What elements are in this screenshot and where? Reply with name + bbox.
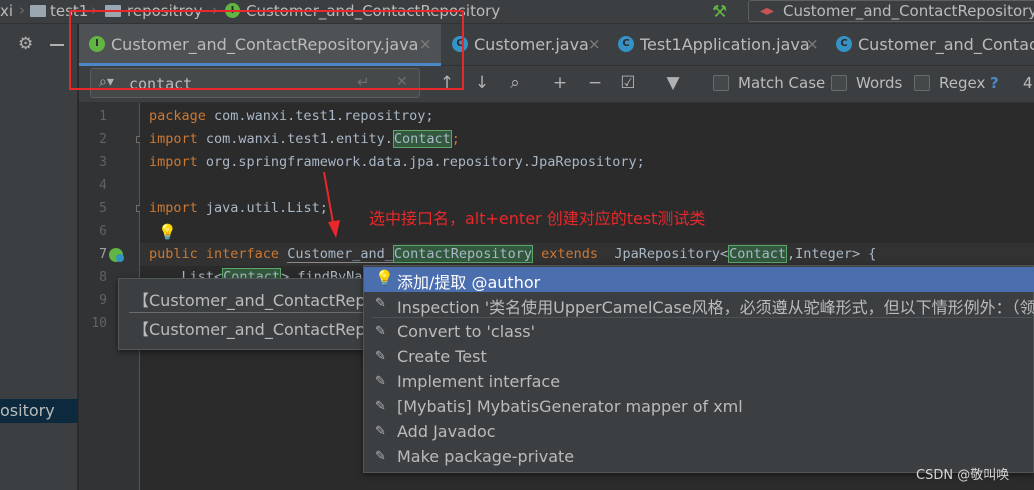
next-occurrence-icon[interactable]: ↓ [471,73,493,95]
line-number: 4 [99,178,107,193]
implemented-marker-icon[interactable] [109,248,124,262]
search-match: ContactRepository [392,245,534,263]
intention-create-test[interactable]: ✎ Create Test [364,345,1034,370]
intention-inspection[interactable]: ✎ Inspection '类名使用UpperCamelCase风格，必须遵从驼… [364,292,1034,317]
annotation-highlight-box [69,10,464,90]
regex-help-icon[interactable]: ? [990,74,999,92]
intention-label: Convert to 'class' [397,322,536,341]
build-hammer-icon[interactable]: ⚒ [712,2,734,22]
remove-selection-icon[interactable]: − [584,73,606,95]
popup-item[interactable]: 【Customer_and_ContactRepos [133,287,365,311]
intention-label: Make package-private [397,447,575,466]
breadcrumb-module[interactable]: xi [0,2,13,20]
line-number: 2 [99,132,107,147]
line-number: 9 [99,293,107,308]
intention-mybatis-generator[interactable]: ✎ [Mybatis] MybatisGenerator mapper of x… [364,395,1034,420]
intention-actions-popup: 💡 添加/提取 @author ✎ Inspection '类名使用UpperC… [363,265,1034,473]
code-line-3: import org.springframework.data.jpa.repo… [149,154,645,170]
code-line-7: public interface Customer_and_ContactRep… [149,245,877,263]
intention-icon: ✎ [375,424,386,439]
tab-customer[interactable]: C Customer.java × [442,24,607,66]
line-number: 7 [99,247,107,262]
regex-checkbox[interactable] [914,75,930,91]
run-configuration-dropdown[interactable]: ◂▸ Customer_and_ContactRepository [748,0,1034,22]
search-match: Contact [392,130,452,148]
search-match: Contact [728,245,788,263]
popup-item[interactable]: 【Customer_and_ContactRepos [133,316,365,340]
match-case-label: Match Case [738,74,826,92]
code-line-5: import java.util.List; [149,200,328,216]
intention-implement-interface[interactable]: ✎ Implement interface [364,370,1034,395]
intention-icon: ✎ [375,296,386,311]
match-count: 4 [1023,74,1033,92]
line-number: 6 [99,224,107,239]
filter-icon[interactable]: ▼ [662,73,684,95]
intention-icon: ✎ [375,374,386,389]
interface-name: Customer_and_ [287,246,393,263]
hide-panel-icon[interactable] [50,44,64,46]
match-case-checkbox[interactable] [713,75,729,91]
folder-icon [30,5,46,17]
line-number: 8 [99,270,107,285]
annotation-text: 选中接口名，alt+enter 创建对应的test测试类 [369,209,706,228]
annotation-arrow [323,171,340,238]
intention-label: Inspection '类名使用UpperCamelCase风格，必须遵从驼峰形… [397,298,1034,317]
words-label: Words [856,74,903,92]
project-tree-selected-item[interactable]: ository [0,399,78,423]
project-tree-item-label: ository [0,401,55,420]
line-number: 5 [99,201,107,216]
intention-label: 添加/提取 @author [397,273,541,292]
intention-label: Implement interface [397,372,561,391]
tab-customer-and-contact[interactable]: C Customer_and_Contact [826,24,1034,66]
line-number: 1 [99,109,107,124]
intention-icon: ✎ [375,449,386,464]
intention-add-author[interactable]: 💡 添加/提取 @author [364,267,1034,292]
run-configuration-label: Customer_and_ContactRepository [783,2,1034,20]
tab-label: Customer_and_Contact [858,35,1034,54]
gear-icon[interactable]: ⚙ [18,34,33,54]
intention-convert-to-class[interactable]: ✎ Convert to 'class' [364,320,1034,345]
class-icon: C [836,36,852,52]
spring-class-icon: C [618,36,634,52]
close-icon[interactable]: × [806,35,819,53]
intention-label: Create Test [397,347,487,366]
close-icon[interactable]: × [588,35,601,53]
code-line-1: package com.wanxi.test1.repositroy; [149,108,434,124]
breadcrumb-separator-icon: › [19,1,25,19]
choose-class-popup: 【Customer_and_ContactRepos 【Customer_and… [118,278,368,350]
project-panel: ⚙ ository [0,24,78,490]
intention-add-javadoc[interactable]: ✎ Add Javadoc [364,420,1034,445]
intention-label: [Mybatis] MybatisGenerator mapper of xml [397,397,743,416]
intention-icon: ✎ [375,399,386,414]
tab-test1-application[interactable]: C Test1Application.java × [608,24,825,66]
regex-label: Regex [939,74,986,92]
code-line-2: import com.wanxi.test1.entity.Contact; [149,130,460,148]
line-number: 3 [99,155,107,170]
popup-separator [129,312,364,313]
tab-label: Customer.java [474,35,589,54]
intention-separator [372,317,1032,318]
tab-label: Test1Application.java [640,35,810,54]
intention-icon: ✎ [375,349,386,364]
bulb-icon: 💡 [375,269,394,287]
select-all-occurrences-icon[interactable]: ☑ [617,73,639,95]
find-all-icon[interactable]: ⌕ [504,73,526,95]
watermark: CSDN @敬叫唤 [916,468,1010,483]
add-selection-icon[interactable]: + [549,73,571,95]
intention-icon: ✎ [375,324,386,339]
run-config-icon: ◂▸ [760,3,775,19]
words-checkbox[interactable] [831,75,847,91]
lightbulb-icon[interactable]: 💡 [158,223,177,241]
line-number: 10 [91,316,107,331]
intention-label: Add Javadoc [397,422,496,441]
